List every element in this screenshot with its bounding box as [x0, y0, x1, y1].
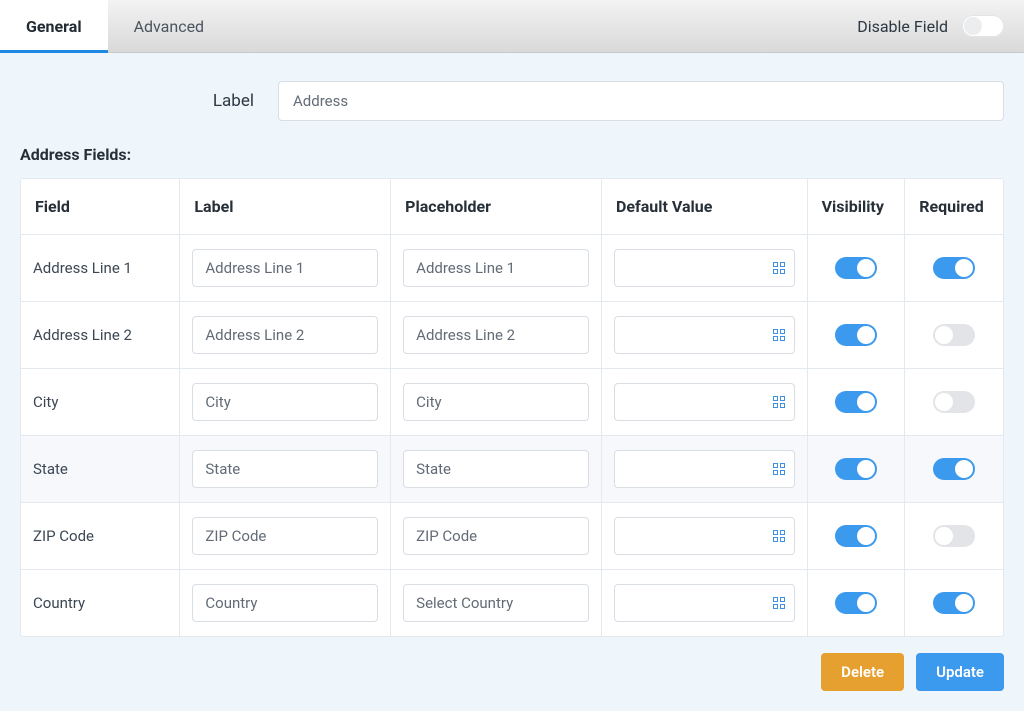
col-label: Label	[180, 179, 391, 235]
grid-icon[interactable]	[773, 262, 785, 274]
disable-field-label: Disable Field	[857, 17, 948, 36]
visibility-toggle[interactable]	[835, 458, 877, 480]
address-fields-table: Field Label Placeholder Default Value Vi…	[20, 178, 1004, 637]
table-row: Country	[21, 570, 1003, 636]
field-name-cell: Address Line 1	[21, 235, 180, 302]
row-default-input[interactable]	[614, 383, 795, 421]
tab-bar: General Advanced Disable Field	[0, 0, 1024, 53]
required-toggle[interactable]	[933, 458, 975, 480]
field-name-cell: ZIP Code	[21, 503, 180, 570]
content-area: Label Address Fields: Field Label Placeh…	[0, 53, 1024, 711]
field-name-cell: Address Line 2	[21, 302, 180, 369]
label-field-label: Label	[20, 91, 260, 111]
row-label-input[interactable]	[192, 249, 378, 287]
col-visibility: Visibility	[808, 179, 906, 235]
grid-icon[interactable]	[773, 463, 785, 475]
row-placeholder-input[interactable]	[403, 450, 589, 488]
row-placeholder-input[interactable]	[403, 517, 589, 555]
table-row: City	[21, 369, 1003, 436]
tab-general[interactable]: General	[0, 0, 108, 52]
visibility-toggle[interactable]	[835, 525, 877, 547]
col-field: Field	[21, 179, 180, 235]
required-toggle[interactable]	[933, 391, 975, 413]
row-placeholder-input[interactable]	[403, 383, 589, 421]
delete-button[interactable]: Delete	[821, 653, 904, 691]
field-name-cell: City	[21, 369, 180, 436]
row-label-input[interactable]	[192, 584, 378, 622]
required-toggle[interactable]	[933, 257, 975, 279]
section-title: Address Fields:	[20, 145, 1004, 164]
row-label-input[interactable]	[192, 450, 378, 488]
col-default: Default Value	[602, 179, 808, 235]
field-name-cell: Country	[21, 570, 180, 636]
visibility-toggle[interactable]	[835, 324, 877, 346]
row-label-input[interactable]	[192, 383, 378, 421]
required-toggle[interactable]	[933, 525, 975, 547]
row-default-input[interactable]	[614, 450, 795, 488]
visibility-toggle[interactable]	[835, 257, 877, 279]
table-row: ZIP Code	[21, 503, 1003, 570]
grid-icon[interactable]	[773, 396, 785, 408]
col-required: Required	[905, 179, 1003, 235]
row-default-input[interactable]	[614, 316, 795, 354]
row-default-input[interactable]	[614, 249, 795, 287]
table-row: Address Line 2	[21, 302, 1003, 369]
required-toggle[interactable]	[933, 324, 975, 346]
label-input[interactable]	[278, 81, 1004, 121]
col-placeholder: Placeholder	[391, 179, 602, 235]
row-placeholder-input[interactable]	[403, 249, 589, 287]
row-label-input[interactable]	[192, 316, 378, 354]
row-placeholder-input[interactable]	[403, 584, 589, 622]
grid-icon[interactable]	[773, 530, 785, 542]
row-default-input[interactable]	[614, 584, 795, 622]
visibility-toggle[interactable]	[835, 391, 877, 413]
table-row: State	[21, 436, 1003, 503]
field-name-cell: State	[21, 436, 180, 503]
visibility-toggle[interactable]	[835, 592, 877, 614]
row-label-input[interactable]	[192, 517, 378, 555]
update-button[interactable]: Update	[916, 653, 1004, 691]
row-default-input[interactable]	[614, 517, 795, 555]
grid-icon[interactable]	[773, 329, 785, 341]
table-row: Address Line 1	[21, 235, 1003, 302]
grid-icon[interactable]	[773, 597, 785, 609]
required-toggle[interactable]	[933, 592, 975, 614]
row-placeholder-input[interactable]	[403, 316, 589, 354]
disable-field-toggle[interactable]	[962, 15, 1004, 37]
tab-advanced[interactable]: Advanced	[108, 0, 231, 52]
